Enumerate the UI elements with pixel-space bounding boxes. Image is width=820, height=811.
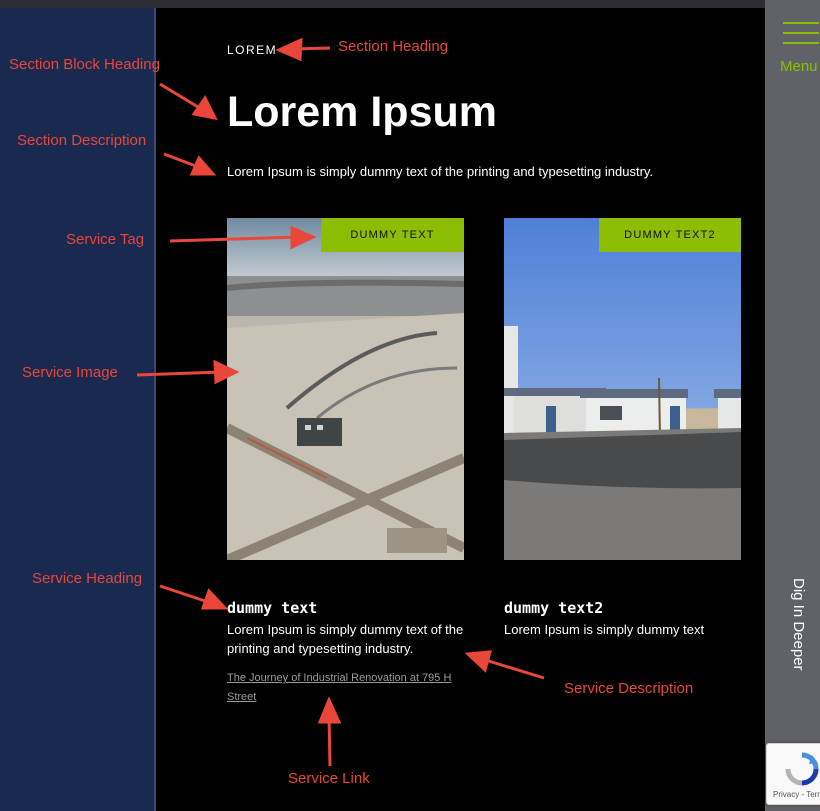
service-description: Lorem Ipsum is simply dummy text of the … — [227, 622, 464, 656]
service-link[interactable]: The Journey of Industrial Renovation at … — [227, 669, 467, 707]
annotation-service-heading: Service Heading — [32, 570, 143, 587]
aerial-site-image — [227, 218, 464, 560]
annotation-section-description: Section Description — [17, 132, 147, 149]
service-description: Lorem Ipsum is simply dummy text — [504, 622, 705, 637]
buildings-image — [504, 218, 741, 560]
annotation-service-description: Service Description — [564, 680, 694, 697]
right-sidebar — [765, 0, 820, 811]
left-panel — [0, 8, 154, 811]
top-bar — [0, 0, 765, 8]
recaptcha-badge[interactable]: Privacy - Terms — [766, 743, 820, 805]
service-image-buildings[interactable]: DUMMY TEXT2 — [504, 218, 741, 560]
section-description: Lorem Ipsum is simply dummy text of the … — [227, 164, 654, 179]
recaptcha-icon — [785, 752, 819, 786]
service-tag[interactable]: DUMMY TEXT2 — [599, 218, 741, 252]
service-tag[interactable]: DUMMY TEXT — [321, 218, 464, 252]
annotation-section-block-heading: Section Block Heading — [9, 56, 160, 73]
section-block-heading: Lorem Ipsum — [227, 88, 497, 136]
service-heading: dummy text — [227, 599, 318, 617]
service-heading: dummy text2 — [504, 599, 604, 617]
section-heading: LOREM — [227, 43, 278, 57]
dig-in-deeper-link[interactable]: Dig In Deeper — [790, 578, 807, 671]
hamburger-menu-icon[interactable] — [783, 22, 819, 44]
annotation-service-tag: Service Tag — [66, 231, 145, 248]
recaptcha-terms[interactable]: Privacy - Terms — [773, 790, 820, 799]
service-image-aerial[interactable]: DUMMY TEXT — [227, 218, 464, 560]
annotation-service-link: Service Link — [288, 770, 370, 787]
menu-label[interactable]: Menu — [780, 58, 818, 75]
annotation-service-image: Service Image — [22, 364, 118, 381]
annotation-section-heading: Section Heading — [338, 38, 449, 55]
